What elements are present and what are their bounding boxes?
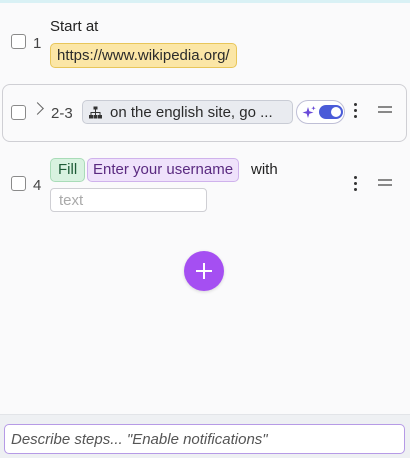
step-4-value-input[interactable] — [50, 188, 207, 212]
step-4-drag-handle-icon[interactable] — [378, 179, 392, 186]
step-group-number: 2-3 — [51, 105, 73, 122]
step-4-checkbox[interactable] — [11, 176, 26, 191]
step-4-target-badge[interactable]: Enter your username — [87, 158, 240, 182]
step-4-with-label: with — [251, 161, 278, 178]
step-group-drag-handle-icon[interactable] — [378, 106, 392, 113]
switch-knob — [331, 107, 341, 117]
step-group-summary[interactable]: on the english site, go ... — [82, 100, 293, 124]
step-group-menu-icon[interactable] — [352, 103, 358, 119]
step-1-label: Start at — [50, 18, 99, 35]
sparkle-icon — [302, 106, 316, 118]
step-4-action-badge[interactable]: Fill — [50, 158, 86, 182]
step-group-checkbox[interactable] — [11, 105, 26, 120]
step-1-number: 1 — [33, 35, 42, 52]
top-strip — [0, 0, 410, 3]
step-4-number: 4 — [33, 177, 42, 194]
ai-switch[interactable] — [319, 105, 343, 119]
sitemap-icon — [89, 106, 102, 118]
step-1-url-badge[interactable]: https://www.wikipedia.org/ — [50, 43, 237, 68]
step-group-text: on the english site, go ... — [110, 103, 273, 121]
describe-steps-input[interactable] — [4, 424, 405, 454]
step-4-menu-icon[interactable] — [352, 176, 358, 192]
add-step-button[interactable] — [184, 251, 224, 291]
ai-toggle[interactable] — [296, 100, 345, 124]
step-1-checkbox[interactable] — [11, 34, 26, 49]
